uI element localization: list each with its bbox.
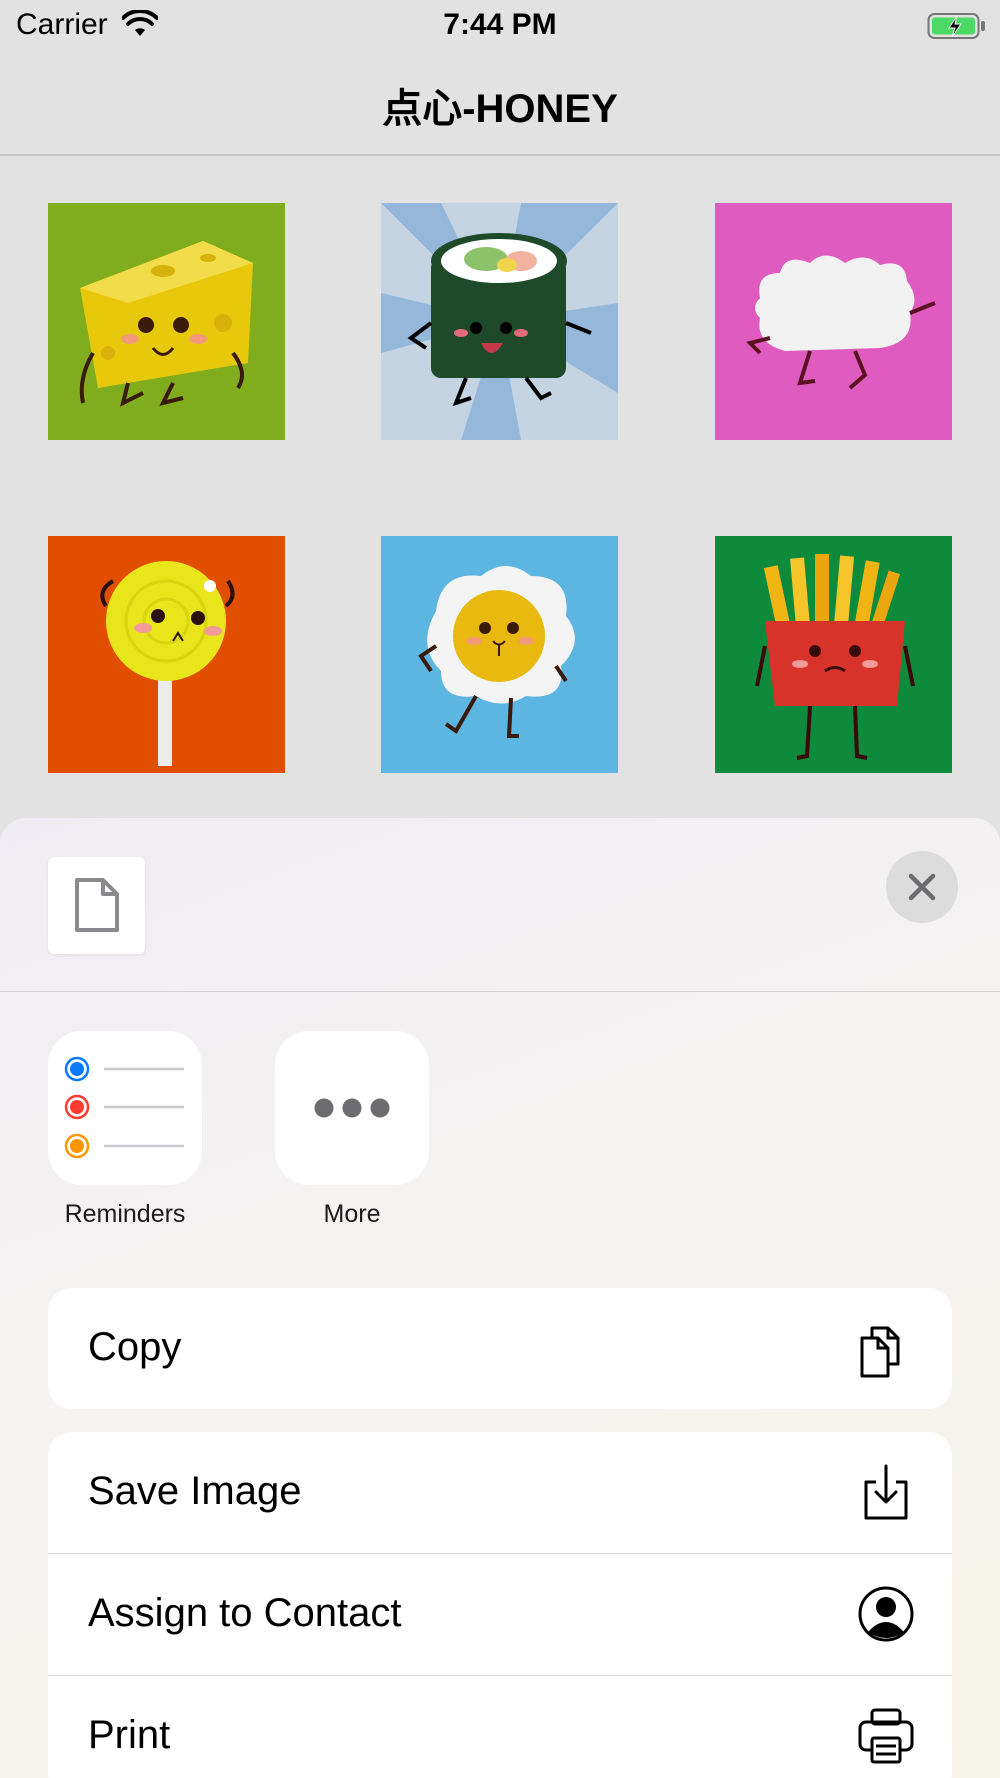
document-icon — [75, 878, 119, 932]
action-label: Save Image — [88, 1469, 302, 1513]
battery-charging-icon — [927, 13, 985, 39]
navigation-bar: 点心-HONEY — [0, 52, 1000, 156]
share-app-label: Reminders — [64, 1200, 186, 1228]
close-button[interactable] — [886, 851, 958, 923]
share-app-more[interactable]: More — [275, 1031, 429, 1229]
grid-image-sushi-roll[interactable] — [381, 203, 618, 440]
status-time: 7:44 PM — [443, 8, 557, 41]
action-label: Print — [88, 1713, 171, 1757]
share-app-reminders[interactable]: Reminders — [48, 1031, 202, 1229]
status-bar: Carrier 7:44 PM — [0, 0, 1000, 52]
grid-image-lollipop[interactable] — [48, 536, 285, 773]
share-app-label: More — [323, 1200, 381, 1228]
grid-image-rice-cake[interactable] — [715, 203, 952, 440]
print-action[interactable]: Print — [48, 1676, 952, 1778]
grid-image-fried-egg[interactable] — [381, 536, 618, 773]
share-sheet: Reminders More Copy Save Image Assign to… — [0, 818, 1000, 1778]
action-group-main: Save Image Assign to Contact Print — [48, 1432, 952, 1778]
contact-icon — [858, 1586, 914, 1642]
copy-action[interactable]: Copy — [48, 1288, 952, 1409]
more-icon — [275, 1031, 429, 1185]
grid-image-cheese[interactable] — [48, 203, 285, 440]
file-preview — [48, 857, 145, 954]
save-image-action[interactable]: Save Image — [48, 1432, 952, 1554]
action-label: Assign to Contact — [88, 1591, 402, 1635]
copy-icon — [860, 1326, 900, 1378]
reminders-icon — [48, 1031, 202, 1185]
share-sheet-header — [0, 818, 1000, 992]
assign-to-contact-action[interactable]: Assign to Contact — [48, 1554, 952, 1676]
save-image-icon — [864, 1464, 908, 1520]
action-group-copy: Copy — [48, 1288, 952, 1409]
action-label: Copy — [88, 1325, 182, 1369]
print-icon — [858, 1708, 914, 1764]
page-title: 点心-HONEY — [382, 87, 618, 131]
grid-image-french-fries[interactable] — [715, 536, 952, 773]
close-icon — [908, 873, 936, 901]
